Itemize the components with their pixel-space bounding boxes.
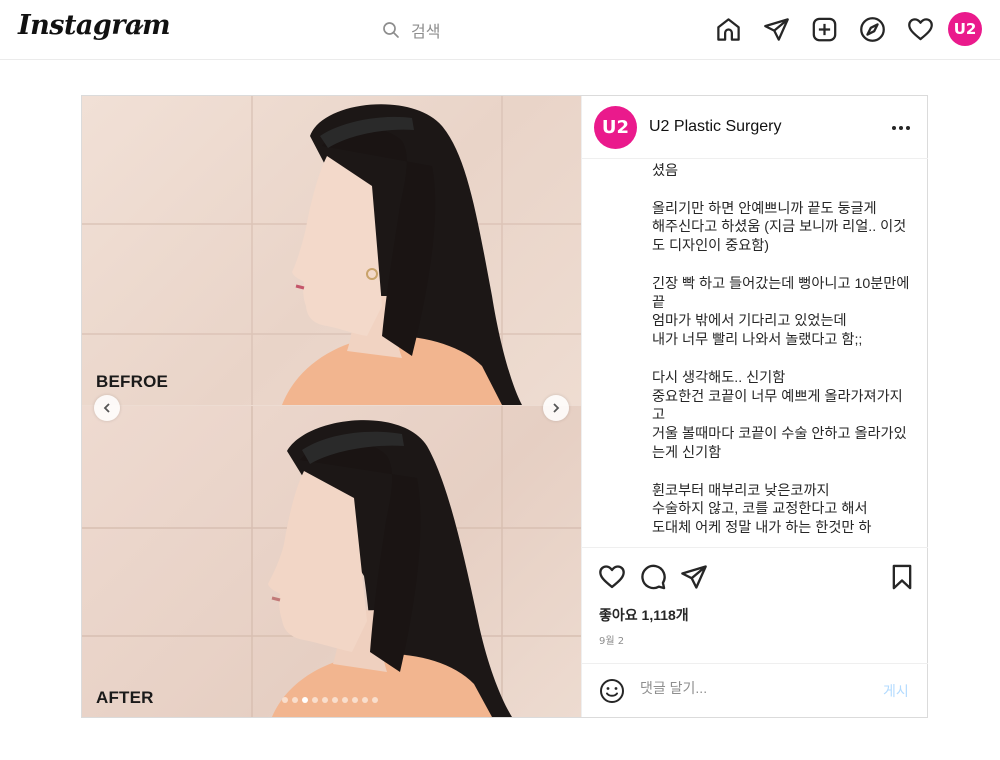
chevron-down-icon[interactable]: [132, 20, 146, 34]
post-side-panel: U2 U2 Plastic Surgery 셨음 올리기만 하면 안예쁘니까 끝…: [581, 96, 928, 717]
new-post-icon: [812, 17, 836, 41]
like-heart-icon[interactable]: [598, 563, 626, 591]
nav-icon-group: U2: [712, 12, 982, 46]
activity-button[interactable]: [904, 12, 936, 46]
post-header: U2 U2 Plastic Surgery: [582, 96, 928, 159]
post-comment-button[interactable]: 게시: [883, 681, 909, 701]
carousel-prev-button[interactable]: [94, 395, 120, 421]
new-post-button[interactable]: [808, 12, 840, 46]
search-icon: [383, 22, 399, 38]
activity-heart-icon: [907, 17, 933, 40]
comment-icon[interactable]: [639, 563, 667, 591]
comment-input[interactable]: [640, 680, 860, 696]
post-caption: 셨음 올리기만 하면 안예쁘니까 끝도 둥글게 해주신다고 하셨움 (지금 보니…: [652, 163, 910, 537]
carousel-dot: [352, 697, 358, 703]
profile-portrait-before: [282, 104, 522, 405]
send-icon: [763, 17, 789, 41]
post-action-bar: [582, 547, 928, 605]
home-button[interactable]: [712, 12, 744, 46]
carousel-dot: [372, 697, 378, 703]
carousel-dot: [292, 697, 298, 703]
carousel-indicator-dots: [282, 697, 382, 703]
author-name-link[interactable]: U2 Plastic Surgery: [649, 118, 782, 136]
chevron-right-icon: [553, 403, 560, 413]
search-bar[interactable]: 검색: [382, 17, 440, 43]
likes-count[interactable]: 좋아요 1,118개: [599, 605, 689, 625]
carousel-dot: [342, 697, 348, 703]
post-card: BEFROE AFTER U2 U2 Plastic Surgery 셨음 올리…: [81, 95, 928, 718]
profile-portrait-after: [268, 420, 512, 717]
carousel-dot: [322, 697, 328, 703]
author-avatar[interactable]: U2: [594, 106, 637, 149]
after-label: AFTER: [96, 688, 154, 707]
carousel-next-button[interactable]: [543, 395, 569, 421]
share-send-icon[interactable]: [680, 563, 708, 591]
home-icon: [716, 17, 740, 41]
carousel-dot: [362, 697, 368, 703]
post-media-carousel[interactable]: BEFROE AFTER: [82, 96, 581, 717]
carousel-dot: [332, 697, 338, 703]
comment-form: 게시: [582, 663, 928, 717]
top-navigation-bar: Instagram 검색 U2: [0, 0, 1000, 60]
emoji-icon[interactable]: [599, 678, 625, 704]
after-photo: AFTER: [82, 406, 581, 717]
before-photo: BEFROE: [82, 96, 581, 405]
direct-messages-button[interactable]: [760, 12, 792, 46]
chevron-left-icon: [103, 403, 110, 413]
explore-icon: [859, 16, 885, 42]
carousel-dot: [282, 697, 288, 703]
search-placeholder[interactable]: 검색: [411, 18, 440, 42]
post-date[interactable]: 9월 2: [599, 632, 624, 647]
carousel-dot: [312, 697, 318, 703]
instagram-logo[interactable]: Instagram: [18, 10, 171, 41]
before-label: BEFROE: [96, 372, 169, 391]
explore-button[interactable]: [856, 12, 888, 46]
more-options-icon[interactable]: [890, 118, 912, 138]
bookmark-icon[interactable]: [888, 563, 916, 591]
profile-avatar[interactable]: U2: [948, 12, 982, 46]
carousel-dot: [302, 697, 308, 703]
